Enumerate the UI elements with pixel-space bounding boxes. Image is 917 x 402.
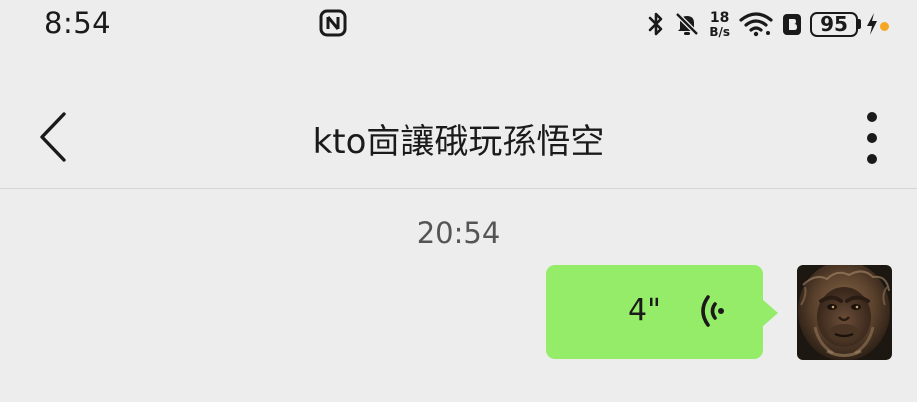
battery-icon: 95 — [810, 11, 861, 37]
voice-wave-icon — [701, 295, 724, 327]
battery-level: 95 — [810, 11, 858, 37]
nfc-icon — [319, 9, 347, 37]
voice-message-bubble[interactable]: 4" — [546, 265, 778, 359]
header-divider — [0, 188, 917, 189]
status-icons: 18 B/s 95 — [638, 4, 889, 44]
chat-header: kto㐭讓硪玩孫悟空 — [0, 90, 917, 188]
monkey-king-avatar[interactable] — [797, 265, 892, 360]
more-options-button[interactable] — [857, 108, 887, 168]
data-saver-icon — [783, 14, 801, 35]
more-vertical-icon — [867, 112, 877, 122]
network-speed-value: 18 — [709, 9, 730, 26]
network-speed: 18 B/s — [709, 11, 730, 38]
chat-title: kto㐭讓硪玩孫悟空 — [312, 122, 605, 162]
charging-indicator-dot — [880, 21, 889, 31]
wifi-icon — [739, 12, 773, 37]
bell-off-icon — [675, 12, 700, 36]
message-timestamp: 20:54 — [416, 216, 501, 250]
bubble-tail — [762, 299, 778, 327]
bluetooth-icon — [649, 12, 663, 36]
voice-duration: 4" — [628, 293, 661, 328]
network-speed-unit: B/s — [709, 24, 730, 39]
status-bar: 8:54 18 B/s 95 — [0, 0, 917, 50]
status-time: 8:54 — [44, 6, 112, 40]
charging-bolt-icon — [867, 13, 877, 35]
avatar-image — [797, 265, 892, 360]
